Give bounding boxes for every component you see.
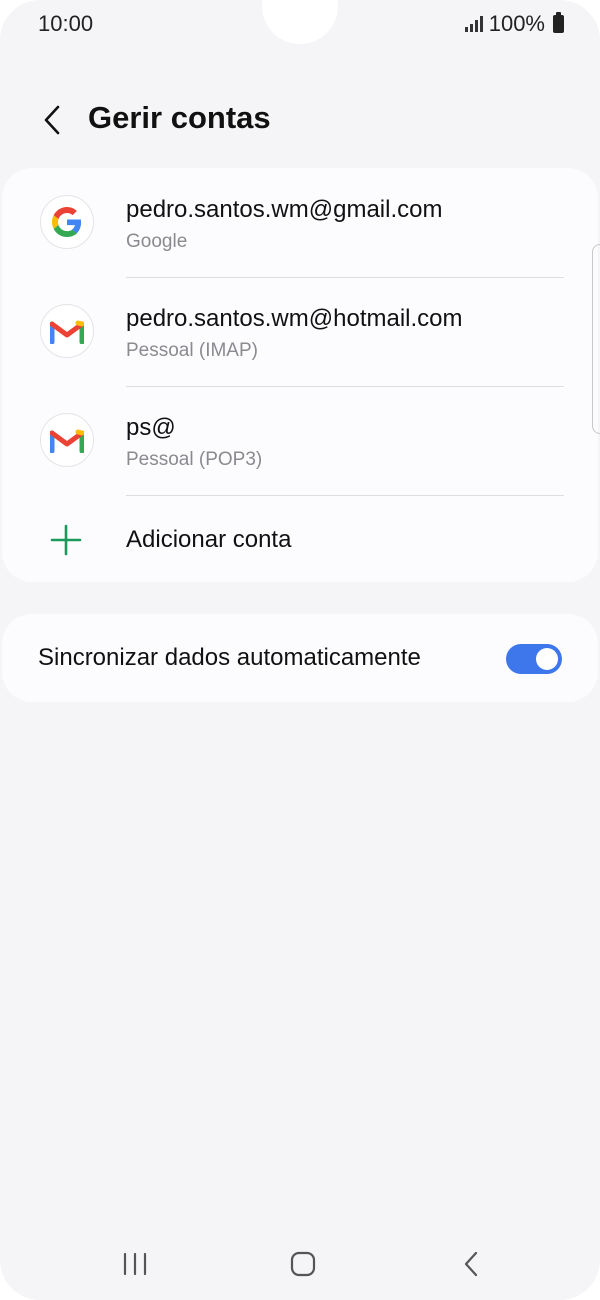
account-row-google[interactable]: pedro.santos.wm@gmail.com Google [2,168,598,276]
add-account-button[interactable]: Adicionar conta [2,502,598,578]
account-email: pedro.santos.wm@gmail.com [126,196,443,223]
account-email: ps@ [126,414,176,441]
home-button[interactable] [283,1248,323,1280]
recent-apps-button[interactable] [115,1248,155,1280]
auto-sync-label: Sincronizar dados automaticamente [38,644,421,671]
phone-screen: 10:00 100% Gerir contas pedro.santos.wm@… [0,0,600,1300]
status-bar: 10:00 100% [0,0,600,48]
accounts-card: pedro.santos.wm@gmail.com Google pedro.s… [2,168,598,582]
chevron-left-icon [44,105,60,135]
account-type: Pessoal (IMAP) [126,340,258,361]
status-time: 10:00 [38,11,94,36]
app-header: Gerir contas [0,92,600,148]
google-icon [40,195,94,249]
auto-sync-row[interactable]: Sincronizar dados automaticamente [2,614,598,702]
back-button[interactable] [32,100,72,140]
add-account-label: Adicionar conta [126,526,292,553]
page-title: Gerir contas [88,100,271,135]
status-icons: 100% [464,11,564,37]
account-type: Google [126,231,188,252]
recent-apps-icon [123,1252,147,1276]
plus-icon [50,524,82,556]
auto-sync-toggle[interactable] [506,644,562,674]
nav-back-button[interactable] [451,1248,491,1280]
toggle-knob [536,648,558,670]
account-email: pedro.santos.wm@hotmail.com [126,305,463,332]
scroll-indicator[interactable] [592,244,600,434]
navigation-bar [0,1230,600,1300]
signal-icon [464,16,483,32]
account-row-pop3[interactable]: ps@ Pessoal (POP3) [2,387,598,495]
battery-percentage: 100% [488,11,545,36]
battery-icon [553,12,564,33]
home-icon [290,1251,316,1277]
account-row-hotmail[interactable]: pedro.santos.wm@hotmail.com Pessoal (IMA… [2,278,598,386]
divider [126,495,564,496]
back-icon [464,1251,478,1277]
gmail-icon [40,413,94,467]
account-type: Pessoal (POP3) [126,449,263,470]
gmail-icon [40,304,94,358]
